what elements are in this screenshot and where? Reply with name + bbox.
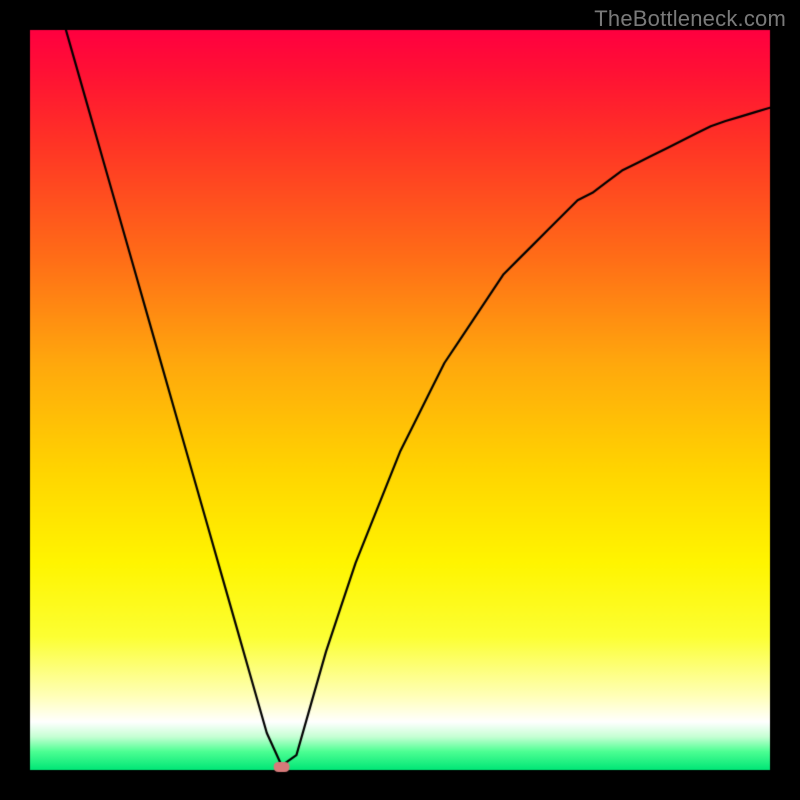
chart-frame: TheBottleneck.com [0,0,800,800]
watermark-text: TheBottleneck.com [594,6,786,32]
bottleneck-chart-canvas [0,0,800,800]
